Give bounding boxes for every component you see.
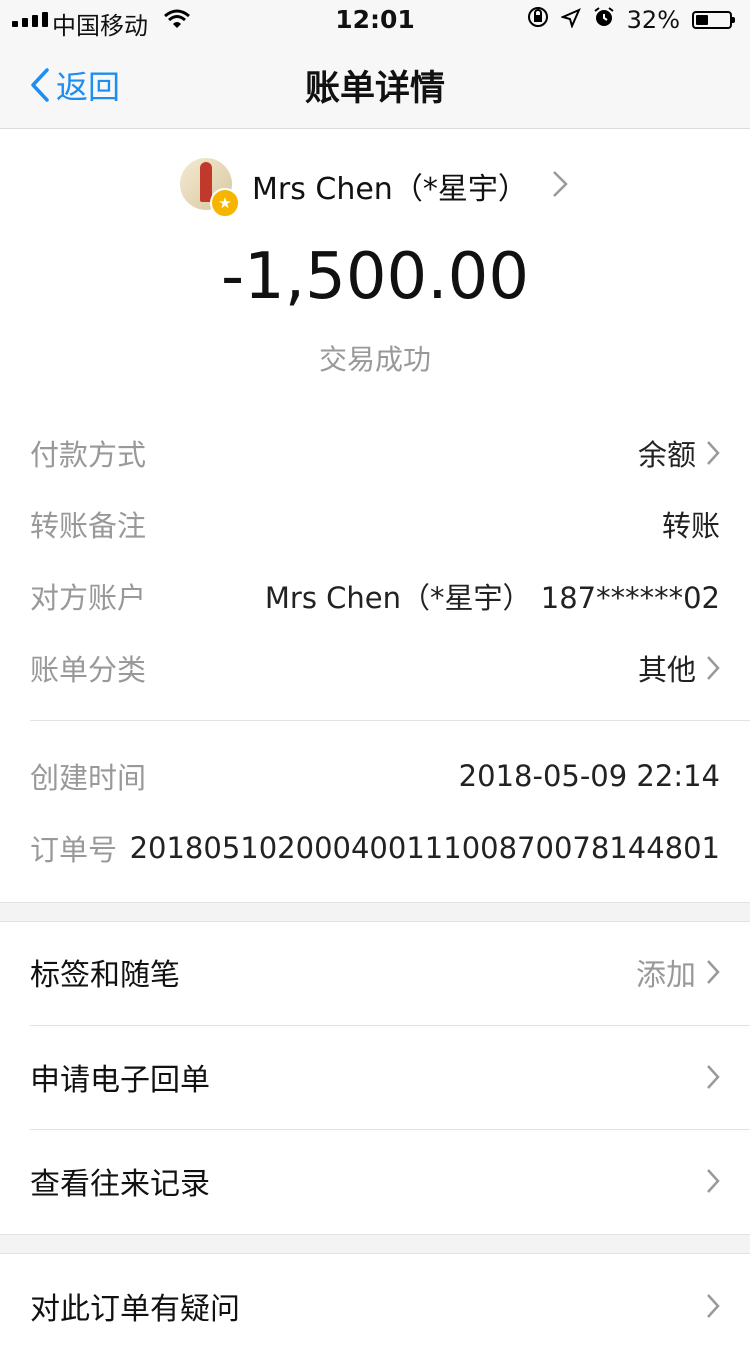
account-value: Mrs Chen（*星宇） 187******02 [264,581,720,615]
order-question-label: 对此订单有疑问 [30,1292,240,1327]
category-row[interactable]: 账单分类 其他 [30,643,720,693]
payment-method-label: 付款方式 [30,438,147,472]
page-title: 账单详情 [304,69,445,109]
chevron-right-icon [707,960,720,984]
star-badge-icon: ★ [210,188,240,218]
order-number-value: 20180510200040011100870078144801 [129,831,720,865]
amount: -1,500.00 [220,240,530,314]
account-label: 对方账户 [30,581,147,615]
payee-name: Mrs Chen（*星宇） [252,172,528,207]
order-number-label: 订单号 [30,833,118,867]
e-receipt-label: 申请电子回单 [30,1063,210,1098]
status-right: 32% [527,6,735,34]
payment-method-row[interactable]: 付款方式 余额 [30,428,720,478]
order-number-row: 订单号 20180510200040011100870078144801 [30,823,720,873]
created-time-value: 2018-05-09 22:14 [458,759,720,793]
tags-notes-row[interactable]: 标签和随笔 添加 [30,922,720,1022]
rotation-lock-icon [527,6,549,34]
chevron-right-icon [553,171,568,197]
divider [30,1129,750,1130]
note-value: 转账 [661,509,720,543]
location-icon [559,6,581,34]
note-row: 转账备注 转账 [30,499,720,549]
divider [30,720,750,721]
navigation-bar: 返回 账单详情 [0,40,750,129]
e-receipt-row[interactable]: 申请电子回单 [30,1027,720,1127]
category-label: 账单分类 [30,653,147,687]
payment-method-value: 余额 [637,438,696,472]
account-row: 对方账户 Mrs Chen（*星宇） 187******02 [30,571,720,621]
history-row[interactable]: 查看往来记录 [30,1131,720,1231]
battery-percent: 32% [626,6,680,34]
battery-icon [692,11,735,29]
tags-notes-label: 标签和随笔 [30,958,180,993]
payee-header[interactable]: ★ Mrs Chen（*星宇） [0,158,750,218]
note-label: 转账备注 [30,509,147,543]
transaction-status: 交易成功 [318,343,431,376]
created-time-row: 创建时间 2018-05-09 22:14 [30,751,720,801]
created-time-label: 创建时间 [30,761,147,795]
chevron-right-icon [707,1065,720,1089]
section-gap [0,902,750,922]
history-label: 查看往来记录 [30,1167,210,1202]
status-bar: 中国移动 12:01 32% [0,0,750,40]
avatar: ★ [180,158,240,218]
alarm-icon [593,6,615,34]
category-value: 其他 [637,653,696,687]
section-gap [0,1234,750,1254]
chevron-right-icon [707,441,720,465]
order-question-row[interactable]: 对此订单有疑问 [30,1256,720,1356]
chevron-right-icon [707,1294,720,1318]
chevron-right-icon [707,656,720,680]
add-label: 添加 [636,958,696,993]
divider [30,1025,750,1026]
chevron-right-icon [707,1169,720,1193]
